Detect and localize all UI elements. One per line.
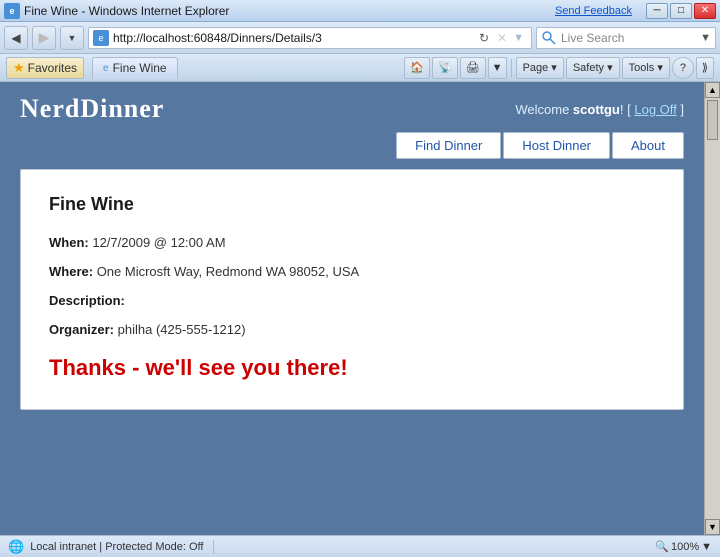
- expand-button[interactable]: ⟫: [696, 57, 714, 79]
- restore-button[interactable]: □: [670, 3, 692, 19]
- address-text: http://localhost:60848/Dinners/Details/3: [113, 31, 476, 45]
- separator: [511, 59, 512, 77]
- host-dinner-button[interactable]: Host Dinner: [503, 132, 610, 159]
- ie-logo: e: [4, 3, 20, 19]
- recent-pages-button[interactable]: ▼: [60, 26, 84, 50]
- nd-nav: Find Dinner Host Dinner About: [0, 132, 704, 169]
- address-bar: ◀ ▶ ▼ e http://localhost:60848/Dinners/D…: [0, 22, 720, 54]
- when-label: When:: [49, 235, 89, 250]
- logoff-link[interactable]: Log Off: [634, 102, 676, 117]
- safety-button[interactable]: Safety ▾: [566, 57, 620, 79]
- zoom-icon: 🔍: [655, 540, 669, 553]
- scroll-down-button[interactable]: ▼: [705, 519, 720, 535]
- minimize-button[interactable]: ─: [646, 3, 668, 19]
- tab-strip: e Fine Wine: [92, 57, 178, 79]
- nd-content-area: Fine Wine When: 12/7/2009 @ 12:00 AM Whe…: [20, 169, 684, 410]
- scrollbar-right[interactable]: ▲ ▼: [704, 82, 720, 535]
- tab-fine-wine[interactable]: e Fine Wine: [92, 57, 178, 79]
- nerd-dinner-page: NerdDinner Welcome scottgu! [ Log Off ] …: [0, 82, 704, 535]
- home-button[interactable]: 🏠: [404, 57, 430, 79]
- favorites-button[interactable]: ★ Favorites: [6, 57, 84, 79]
- zone-icon: 🌐: [8, 539, 24, 555]
- toolbar-actions: 🏠 📡 🖨 ▼ Page ▾ Safety ▾ Tools ▾ ? ⟫: [404, 57, 714, 79]
- organizer-field: Organizer: philha (425-555-1212): [49, 322, 655, 337]
- send-feedback-link[interactable]: Send Feedback: [555, 5, 632, 17]
- zoom-chevron: ▼: [701, 541, 712, 553]
- page-button[interactable]: Page ▾: [516, 57, 564, 79]
- scroll-up-button[interactable]: ▲: [705, 82, 720, 98]
- status-bar: 🌐 Local intranet | Protected Mode: Off 🔍…: [0, 535, 720, 557]
- print-menu-button[interactable]: ▼: [488, 57, 507, 79]
- where-value: One Microsft Way, Redmond WA 98052, USA: [97, 264, 360, 279]
- ie-content-area: NerdDinner Welcome scottgu! [ Log Off ] …: [0, 82, 720, 535]
- welcome-prefix: Welcome: [515, 102, 573, 117]
- rsvp-message: Thanks - we'll see you there!: [49, 355, 655, 381]
- logoff-bracket-close: ]: [677, 102, 684, 117]
- zone-text: Local intranet | Protected Mode: Off: [30, 541, 203, 553]
- scroll-thumb[interactable]: [707, 100, 718, 140]
- nd-site-title: NerdDinner: [20, 94, 164, 124]
- tab-label: Fine Wine: [113, 61, 167, 75]
- refresh-button[interactable]: ↻: [476, 31, 492, 45]
- zoom-level: 100%: [671, 541, 699, 553]
- address-input-wrap[interactable]: e http://localhost:60848/Dinners/Details…: [88, 27, 532, 49]
- when-field: When: 12/7/2009 @ 12:00 AM: [49, 235, 655, 250]
- live-search-placeholder: Live Search: [561, 31, 700, 45]
- page-icon: e: [93, 30, 109, 46]
- search-box[interactable]: Live Search ▼: [536, 27, 716, 49]
- where-label: Where:: [49, 264, 93, 279]
- nd-welcome: Welcome scottgu! [ Log Off ]: [515, 102, 684, 117]
- tab-icon: e: [103, 63, 109, 74]
- live-search-icon: [541, 30, 557, 46]
- toolbar: ★ Favorites e Fine Wine 🏠 📡 🖨 ▼ Page ▾ S…: [0, 54, 720, 82]
- rss-button[interactable]: 📡: [432, 57, 458, 79]
- forward-button[interactable]: ▶: [32, 26, 56, 50]
- ie-scroll-area: NerdDinner Welcome scottgu! [ Log Off ] …: [0, 82, 720, 535]
- when-value: 12/7/2009 @ 12:00 AM: [92, 235, 225, 250]
- status-right: 🔍 100% ▼: [655, 540, 712, 553]
- help-button[interactable]: ?: [672, 57, 694, 79]
- where-field: Where: One Microsft Way, Redmond WA 9805…: [49, 264, 655, 279]
- window-controls: ─ □ ✕: [646, 3, 716, 19]
- print-button[interactable]: 🖨: [460, 57, 486, 79]
- description-label: Description:: [49, 293, 125, 308]
- back-button[interactable]: ◀: [4, 26, 28, 50]
- title-bar-left: e Fine Wine - Windows Internet Explorer: [4, 3, 229, 19]
- tools-button[interactable]: Tools ▾: [622, 57, 670, 79]
- nd-header: NerdDinner Welcome scottgu! [ Log Off ]: [0, 82, 704, 132]
- search-go-button[interactable]: ▼: [700, 32, 711, 44]
- status-separator: [213, 540, 214, 554]
- zoom-button[interactable]: 🔍 100% ▼: [655, 540, 712, 553]
- dinner-title: Fine Wine: [49, 194, 655, 215]
- window-title: Fine Wine - Windows Internet Explorer: [24, 4, 229, 18]
- username: scottgu: [573, 102, 620, 117]
- organizer-label: Organizer:: [49, 322, 114, 337]
- title-bar: e Fine Wine - Windows Internet Explorer …: [0, 0, 720, 22]
- organizer-value: philha (425-555-1212): [118, 322, 246, 337]
- about-button[interactable]: About: [612, 132, 684, 159]
- stop-button[interactable]: ✕: [494, 31, 510, 45]
- star-icon: ★: [13, 60, 25, 76]
- find-dinner-button[interactable]: Find Dinner: [396, 132, 501, 159]
- favorites-label: Favorites: [28, 61, 77, 75]
- close-button[interactable]: ✕: [694, 3, 716, 19]
- welcome-suffix: !: [620, 102, 624, 117]
- description-field: Description:: [49, 293, 655, 308]
